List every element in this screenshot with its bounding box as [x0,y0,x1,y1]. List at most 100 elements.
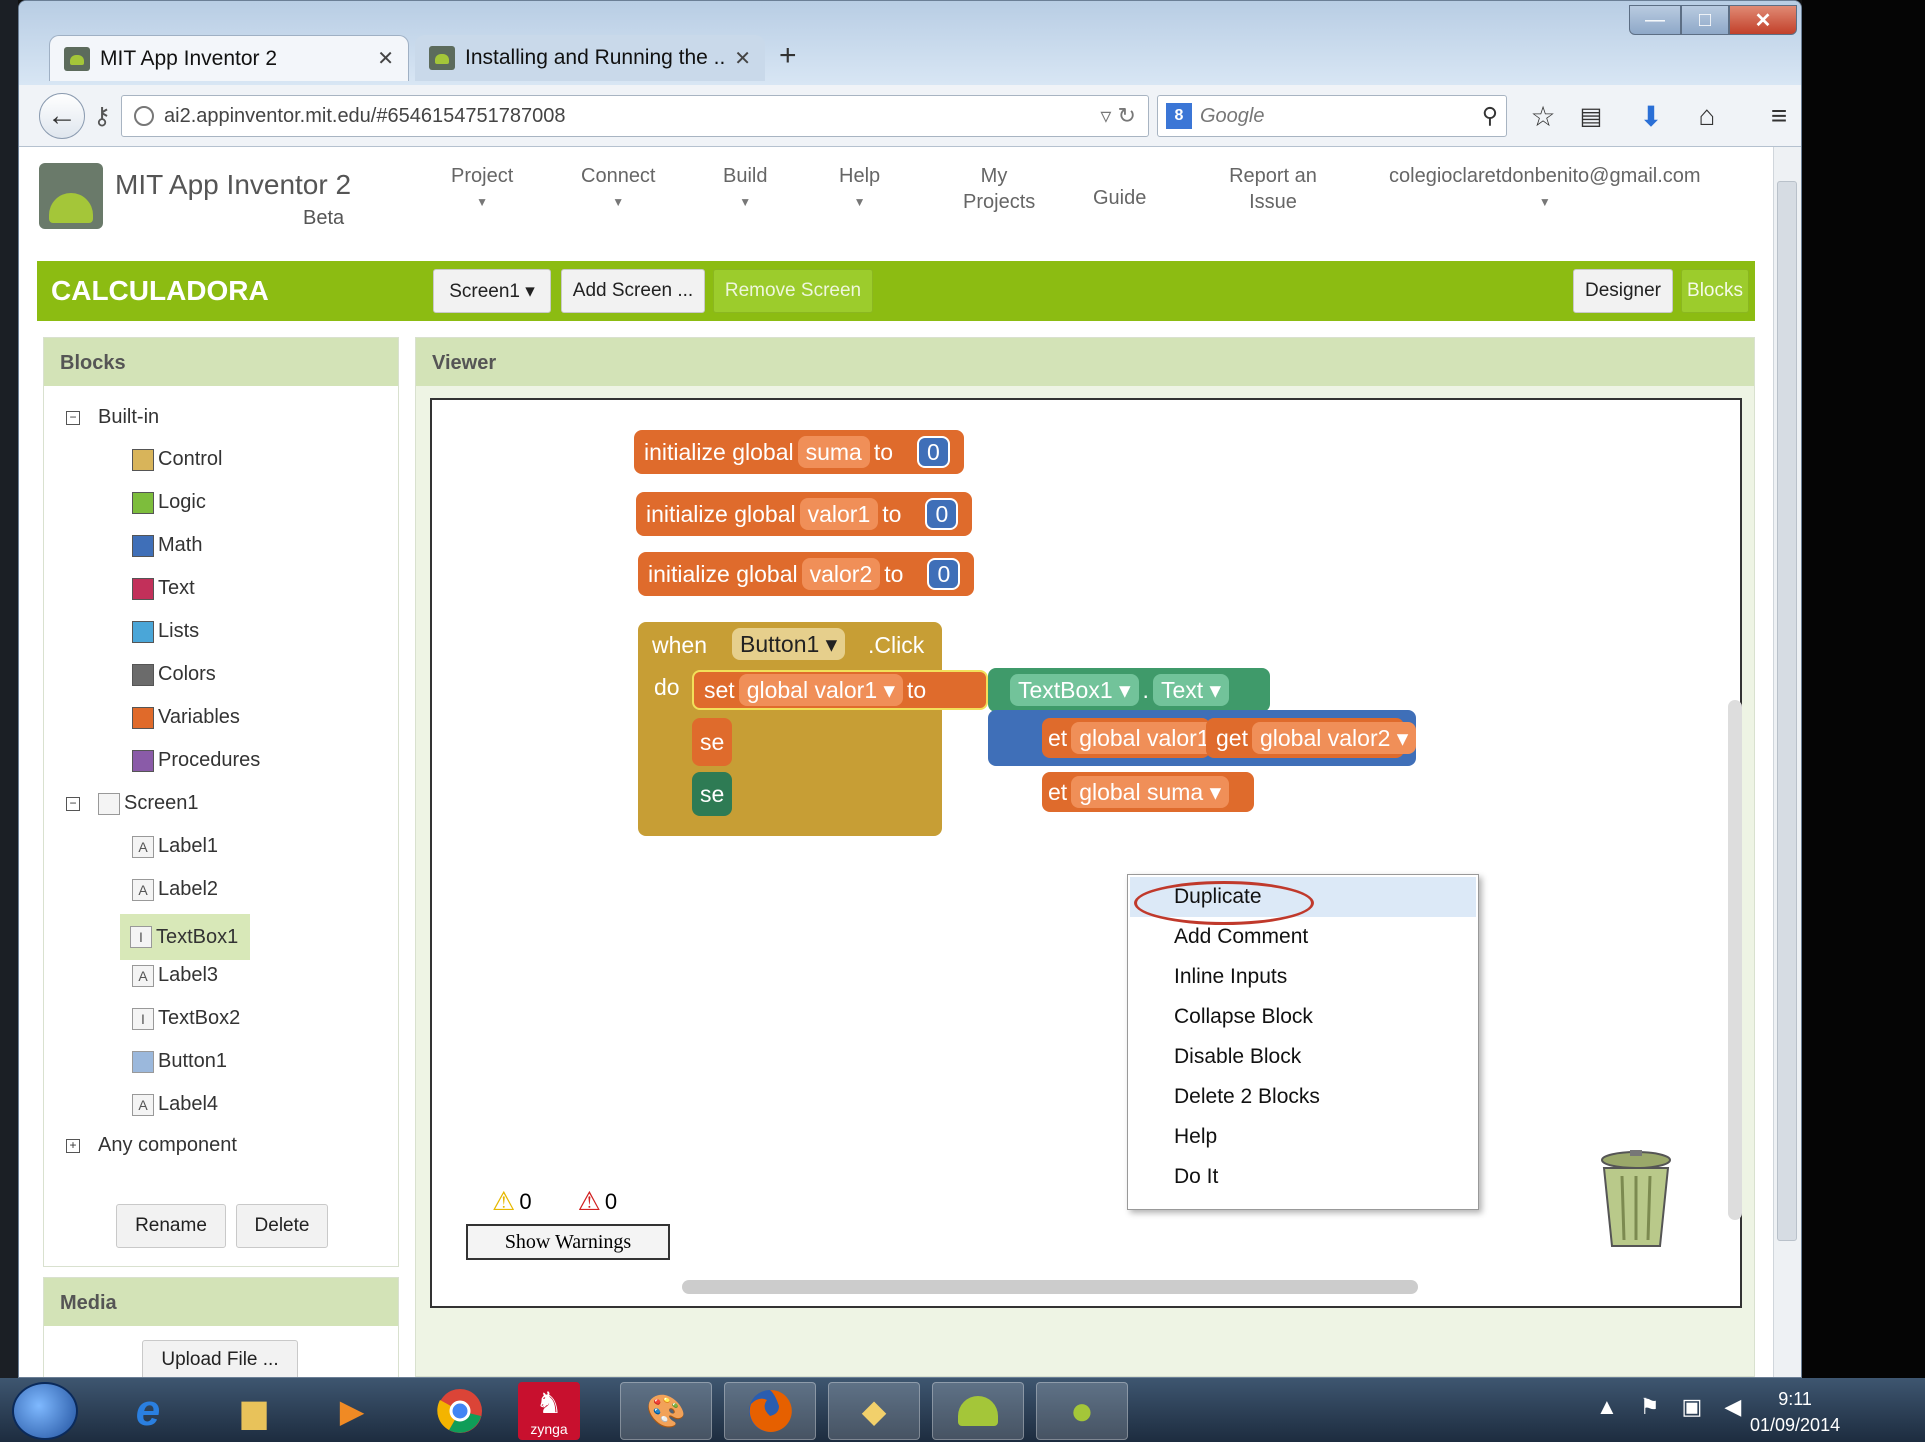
init-global-valor1-block[interactable]: initialize global valor1 to 0 [636,492,973,536]
search-bar[interactable]: 8 Google ⚲ [1157,95,1507,137]
network-icon[interactable]: ▣ [1682,1394,1703,1420]
menu-item-delete-blocks[interactable]: Delete 2 Blocks [1174,1077,1320,1117]
search-input[interactable]: Google [1200,105,1482,128]
component-textbox1[interactable]: I TextBox1 [120,914,250,960]
menu-help[interactable]: Help ▼ [839,163,880,215]
variable-name[interactable]: valor2 [801,558,881,590]
internet-explorer-icon[interactable]: e [102,1382,194,1440]
drawer-colors[interactable]: Colors [132,663,216,686]
collapse-icon[interactable]: − [66,410,80,425]
designer-button[interactable]: Designer [1573,269,1673,313]
menu-item-inline-inputs[interactable]: Inline Inputs [1174,957,1287,997]
file-explorer-icon[interactable]: ▆ [208,1382,300,1440]
search-icon[interactable]: ⚲ [1482,103,1498,129]
drawer-procedures[interactable]: Procedures [132,749,260,772]
tree-screen1[interactable]: − Screen1 [66,792,199,815]
tree-any-component[interactable]: + Any component [66,1134,237,1157]
set-global-suma-block[interactable]: se [692,718,732,766]
key-icon[interactable]: ⚷ [85,97,119,135]
component-textbox2[interactable]: I TextBox2 [132,1007,240,1030]
component-label3[interactable]: A Label3 [132,964,218,987]
close-tab-icon[interactable]: ✕ [734,46,751,71]
menu-item-duplicate[interactable]: Duplicate [1174,877,1262,917]
google-icon[interactable]: 8 [1166,103,1192,129]
get-global-valor1-block[interactable]: et global valor1 ▾ [1042,718,1236,758]
firefox-icon[interactable] [724,1382,816,1440]
blocks-workspace[interactable]: initialize global suma to 0 initialize g… [430,398,1742,1308]
address-bar[interactable]: ai2.appinventor.mit.edu/#654615475178700… [121,95,1149,137]
component-dropdown[interactable]: TextBox1 ▾ [1010,674,1139,706]
start-button[interactable] [12,1382,78,1440]
variable-dropdown[interactable]: global valor2 ▾ [1251,722,1417,754]
remove-screen-button[interactable]: Remove Screen [713,269,873,313]
drawer-variables[interactable]: Variables [132,706,240,729]
property-dropdown[interactable]: Text ▾ [1152,674,1230,706]
variable-dropdown[interactable]: global valor1 ▾ [738,674,904,706]
variable-dropdown[interactable]: global suma ▾ [1071,776,1230,808]
volume-icon[interactable]: ◀ [1724,1394,1741,1420]
download-icon[interactable]: ⬇ [1631,95,1671,137]
trash-icon[interactable] [1598,1150,1674,1250]
show-warnings-button[interactable]: Show Warnings [466,1224,670,1260]
home-icon[interactable]: ⌂ [1687,95,1727,137]
number-block[interactable]: 0 [925,498,959,530]
upload-file-button[interactable]: Upload File ... [142,1340,298,1377]
back-button[interactable]: ← [39,93,85,139]
add-screen-button[interactable]: Add Screen ... [561,269,705,313]
blocks-button[interactable]: Blocks [1681,269,1749,313]
init-global-suma-block[interactable]: initialize global suma to 0 [634,430,964,474]
minimize-button[interactable]: — [1629,5,1681,35]
expand-icon[interactable]: + [66,1138,80,1153]
number-block[interactable]: 0 [917,436,950,468]
menu-my-projects[interactable]: My Projects [963,163,1035,215]
get-global-valor2-block[interactable]: get global valor2 ▾ [1206,718,1417,758]
action-center-flag-icon[interactable]: ⚑ [1640,1394,1660,1420]
bookmarks-list-icon[interactable]: ▤ [1571,95,1611,137]
when-button1-click-block[interactable]: when Button1 ▾ .Click do [638,622,942,836]
close-window-button[interactable]: ✕ [1729,5,1797,35]
menu-icon[interactable]: ≡ [1759,95,1799,137]
system-clock[interactable]: 9:11 01/09/2014 [1750,1386,1840,1438]
chrome-icon[interactable] [414,1382,506,1440]
number-block[interactable]: 0 [927,558,961,590]
menu-guide[interactable]: Guide [1093,185,1146,211]
drawer-control[interactable]: Control [132,448,222,471]
paint-icon[interactable]: 🎨 [620,1382,712,1440]
tab-installing[interactable]: Installing and Running the ... ✕ [415,35,765,81]
new-tab-button[interactable]: + [779,39,797,73]
variable-name[interactable]: valor1 [799,498,879,530]
textbox1-text-block[interactable]: TextBox1 ▾ . Text ▾ [988,668,1270,712]
menu-item-do-it[interactable]: Do It [1174,1157,1218,1197]
notes-icon[interactable]: ◆ [828,1382,920,1440]
menu-item-add-comment[interactable]: Add Comment [1174,917,1308,957]
menu-connect[interactable]: Connect ▼ [581,163,656,215]
workspace-horizontal-scrollbar[interactable] [682,1280,1418,1294]
menu-build[interactable]: Build ▼ [723,163,767,215]
component-label2[interactable]: A Label2 [132,878,218,901]
drawer-math[interactable]: Math [132,534,202,557]
variable-name[interactable]: suma [797,436,870,468]
drawer-lists[interactable]: Lists [132,620,199,643]
tab-app-inventor[interactable]: MIT App Inventor 2 ✕ [49,35,409,81]
menu-account[interactable]: colegioclaretdonbenito@gmail.com ▼ [1389,163,1701,215]
menu-item-collapse-block[interactable]: Collapse Block [1174,997,1313,1037]
tree-builtin[interactable]: − Built-in [66,406,159,429]
menu-project[interactable]: Project ▼ [451,163,513,215]
menu-report-issue[interactable]: Report an Issue [1223,163,1323,215]
menu-item-help[interactable]: Help [1174,1117,1217,1157]
android-icon[interactable]: ● [1036,1382,1128,1440]
screen-select[interactable]: Screen1 ▾ [433,269,551,313]
bookmark-star-icon[interactable]: ☆ [1523,95,1563,137]
close-tab-icon[interactable]: ✕ [377,46,394,71]
media-player-icon[interactable]: ▶ [306,1382,398,1440]
component-dropdown[interactable]: Button1 ▾ [732,628,846,660]
maximize-button[interactable]: □ [1681,5,1729,35]
tray-expand-icon[interactable]: ▲ [1596,1394,1618,1420]
reload-icon[interactable]: ▿ ↻ [1100,103,1136,129]
rename-button[interactable]: Rename [116,1204,226,1248]
component-label4[interactable]: A Label4 [132,1093,218,1116]
page-scrollbar-thumb[interactable] [1777,181,1797,1241]
delete-button[interactable]: Delete [236,1204,328,1248]
drawer-text[interactable]: Text [132,577,195,600]
app-inventor-task-icon[interactable] [932,1382,1024,1440]
